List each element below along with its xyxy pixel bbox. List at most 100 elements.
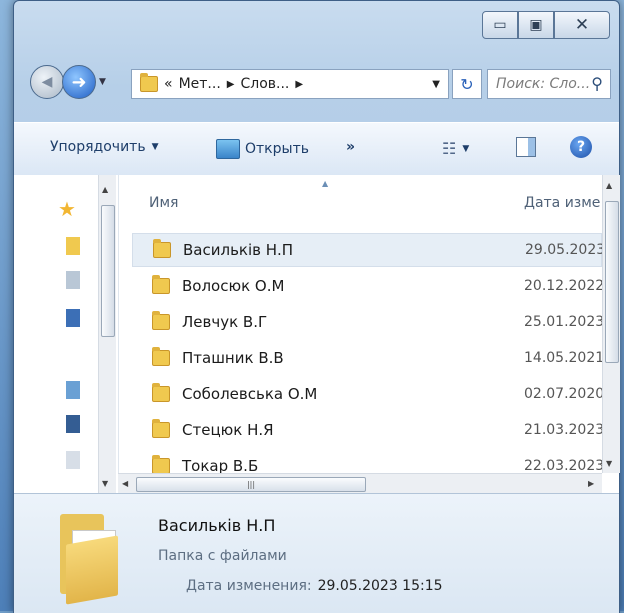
favorites-star-icon[interactable]: ★ xyxy=(58,197,76,221)
item-name: Васильків Н.П xyxy=(183,241,294,259)
list-item[interactable]: Васильків Н.П 29.05.2023 xyxy=(132,233,602,267)
item-name: Стецюк Н.Я xyxy=(182,421,274,439)
search-input[interactable]: Поиск: Сло... ⚲ xyxy=(487,69,611,99)
folder-icon xyxy=(152,311,170,330)
views-icon: ☷ xyxy=(442,139,457,158)
documents-library-icon[interactable] xyxy=(66,451,80,469)
explorer-window: ▭ ▣ ✕ ◀ ➜ ▼ « Мет... ▶ Слов... ▶ ▼ ↻ Пои… xyxy=(13,0,620,613)
details-type: Папка с файлами xyxy=(158,548,287,564)
open-button[interactable]: Открыть xyxy=(216,139,309,159)
list-item[interactable]: Пташник В.В 14.05.2021 xyxy=(132,341,602,375)
list-item[interactable]: Левчук В.Г 25.01.2023 xyxy=(132,305,602,339)
item-name: Левчук В.Г xyxy=(182,313,268,331)
item-name: Пташник В.В xyxy=(182,349,284,367)
open-folder-icon xyxy=(216,139,240,159)
folder-icon xyxy=(152,455,170,473)
refresh-icon: ↻ xyxy=(460,74,474,94)
folder-icon xyxy=(140,73,158,92)
sort-arrow-icon: ▲ xyxy=(322,179,329,188)
list-item[interactable]: Соболевська О.М 02.07.2020 xyxy=(132,377,602,411)
item-name: Соболевська О.М xyxy=(182,385,318,403)
chevron-down-icon: ▼ xyxy=(462,143,470,154)
libraries-icon[interactable] xyxy=(66,381,80,399)
video-library-icon[interactable] xyxy=(66,415,80,433)
details-pane: Васильків Н.П Папка с файлами Дата измен… xyxy=(14,493,619,613)
back-arrow-icon: ◀ xyxy=(41,74,53,90)
address-overflow[interactable]: « xyxy=(164,76,173,92)
forward-arrow-icon: ➜ xyxy=(71,71,87,93)
scrollbar-thumb[interactable] xyxy=(101,205,115,337)
item-name: Волосюк О.М xyxy=(182,277,285,295)
filelist-scrollbar[interactable]: ▲ ▼ xyxy=(602,175,620,473)
more-commands-button[interactable]: » xyxy=(346,139,355,155)
change-view-button[interactable]: ☷ ▼ xyxy=(442,139,469,158)
folder-icon[interactable] xyxy=(66,237,80,255)
forward-button[interactable]: ➜ xyxy=(62,65,96,99)
folder-icon xyxy=(152,383,170,402)
preview-pane-button[interactable] xyxy=(516,137,536,157)
navigation-pane: ★ ▲ ▼ xyxy=(14,175,119,493)
maximize-button[interactable]: ▣ xyxy=(518,11,554,39)
item-date: 25.01.2023 xyxy=(524,314,602,330)
scroll-right-icon[interactable]: ▶ xyxy=(588,479,594,488)
scroll-up-icon[interactable]: ▲ xyxy=(102,185,108,194)
folder-icon xyxy=(152,275,170,294)
back-button[interactable]: ◀ xyxy=(30,65,64,99)
breadcrumb-item[interactable]: Слов... xyxy=(240,76,289,92)
help-icon: ? xyxy=(570,136,592,158)
open-label: Открыть xyxy=(245,141,309,157)
refresh-button[interactable]: ↻ xyxy=(452,69,482,99)
scrollbar-thumb[interactable]: ||| xyxy=(136,477,366,492)
preview-pane-icon xyxy=(516,137,536,157)
folder-icon xyxy=(153,239,171,258)
breadcrumb-separator-icon[interactable]: ▶ xyxy=(295,79,303,90)
address-bar[interactable]: « Мет... ▶ Слов... ▶ ▼ xyxy=(131,69,449,99)
item-name: Токар В.Б xyxy=(182,457,259,473)
chevron-down-icon: ▼ xyxy=(151,142,159,152)
minimize-button[interactable]: ▭ xyxy=(482,11,518,39)
item-date: 21.03.2023 xyxy=(524,422,602,438)
list-item[interactable]: Токар В.Б 22.03.2023 xyxy=(132,449,602,473)
folder-icon xyxy=(152,347,170,366)
breadcrumb-separator-icon[interactable]: ▶ xyxy=(227,79,235,90)
history-dropdown-icon[interactable]: ▼ xyxy=(99,77,106,87)
column-name-header[interactable]: Имя xyxy=(149,195,178,211)
content-area: ★ ▲ ▼ ▲ Имя Дата изме Васильків Н.П 29.0… xyxy=(14,175,620,494)
library-icon[interactable] xyxy=(66,271,80,289)
help-button[interactable]: ? xyxy=(570,136,592,158)
organize-label: Упорядочить xyxy=(50,139,146,155)
scroll-down-icon[interactable]: ▼ xyxy=(606,459,612,468)
search-placeholder: Поиск: Сло... xyxy=(496,76,591,92)
item-date: 02.07.2020 xyxy=(524,386,602,402)
breadcrumb-item[interactable]: Мет... xyxy=(179,76,221,92)
list-item[interactable]: Стецюк Н.Я 21.03.2023 xyxy=(132,413,602,447)
column-date-header[interactable]: Дата изме xyxy=(524,195,600,211)
details-title: Васильків Н.П xyxy=(158,516,276,535)
item-date: 29.05.2023 xyxy=(525,242,602,258)
folder-icon xyxy=(152,419,170,438)
command-bar: Упорядочить ▼ Открыть » ☷ ▼ ? xyxy=(14,122,619,176)
close-button[interactable]: ✕ xyxy=(554,11,610,39)
details-modified-value: 29.05.2023 15:15 xyxy=(317,578,443,594)
organize-button[interactable]: Упорядочить ▼ xyxy=(50,139,159,155)
file-list: Васильків Н.П 29.05.2023 Волосюк О.М 20.… xyxy=(132,233,602,473)
horizontal-scrollbar[interactable]: ◀ ||| ▶ xyxy=(118,473,602,494)
navpane-scrollbar[interactable]: ▲ ▼ xyxy=(98,175,116,493)
item-date: 20.12.2022 xyxy=(524,278,602,294)
scroll-up-icon[interactable]: ▲ xyxy=(606,181,612,190)
item-date: 22.03.2023 xyxy=(524,458,602,473)
search-icon[interactable]: ⚲ xyxy=(591,74,603,93)
folder-icon xyxy=(54,514,120,605)
address-dropdown-icon[interactable]: ▼ xyxy=(432,79,440,90)
caption-buttons: ▭ ▣ ✕ xyxy=(482,11,610,39)
navigation-buttons: ◀ ➜ ▼ xyxy=(30,65,106,99)
details-modified: Дата изменения: 29.05.2023 15:15 xyxy=(186,578,443,594)
column-header: ▲ Имя Дата изме xyxy=(132,179,600,219)
details-modified-label: Дата изменения: xyxy=(186,578,312,594)
list-item[interactable]: Волосюк О.М 20.12.2022 xyxy=(132,269,602,303)
scroll-down-icon[interactable]: ▼ xyxy=(102,479,108,488)
scroll-left-icon[interactable]: ◀ xyxy=(122,479,128,488)
item-date: 14.05.2021 xyxy=(524,350,602,366)
desktop-icon[interactable] xyxy=(66,309,80,327)
scrollbar-thumb[interactable] xyxy=(605,201,619,363)
